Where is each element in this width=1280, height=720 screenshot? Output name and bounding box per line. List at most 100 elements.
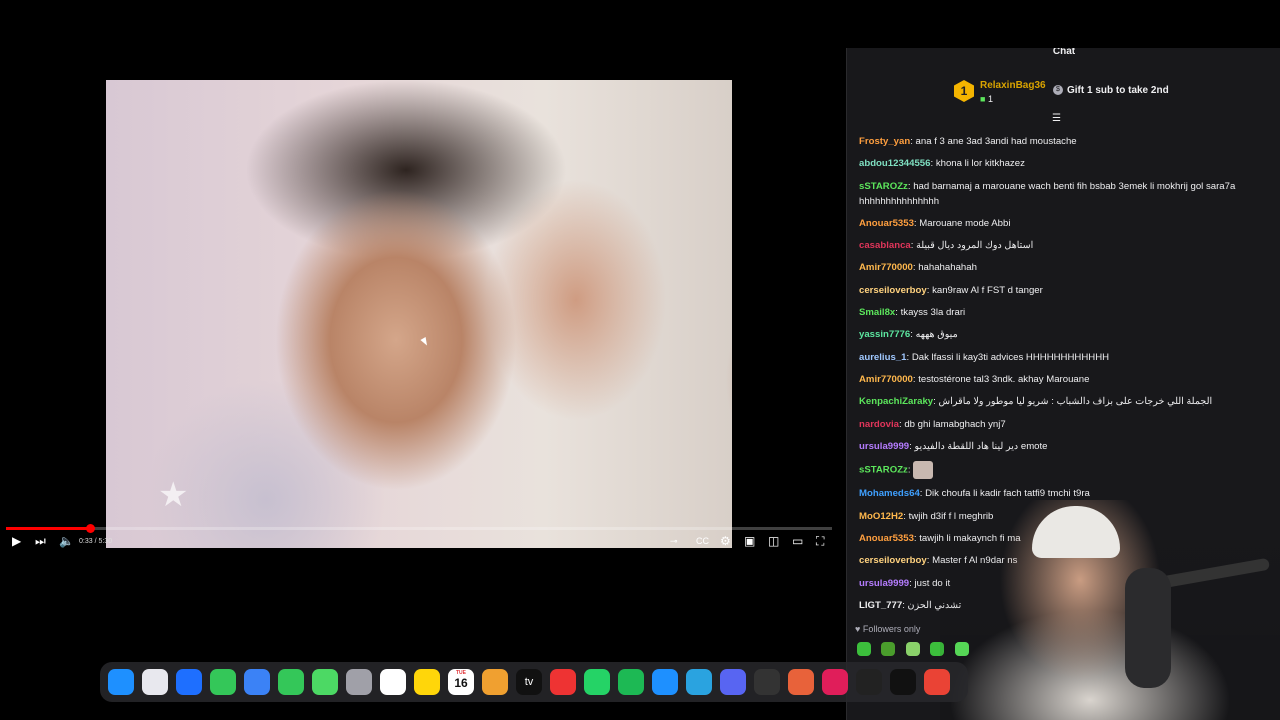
video-frame[interactable]: ★ (106, 80, 732, 548)
chat-message-text: دير لينا هاد اللقطة دالفيديو emote (914, 440, 1048, 452)
app-store-icon[interactable] (652, 669, 678, 695)
top-gifter-name[interactable]: RelaxinBag36 (980, 80, 1046, 91)
play-icon[interactable]: ▶ (12, 534, 21, 548)
gift-sub-icon: $ (1053, 85, 1063, 95)
gift-box-icon: ■ (980, 94, 986, 104)
streamer-cap (1032, 506, 1120, 558)
pip-icon[interactable]: ◫ (768, 534, 779, 548)
chat-username[interactable]: LIGT_777 (859, 600, 902, 611)
subtitles-icon[interactable]: CC (696, 534, 709, 548)
chat-username[interactable]: aurelius_1 (859, 352, 906, 363)
chat-message: Amir770000: hahahahahah (859, 260, 1269, 275)
terminal-icon[interactable] (856, 669, 882, 695)
spotify-icon[interactable] (618, 669, 644, 695)
chat-username[interactable]: Anouar5353 (859, 218, 914, 229)
chat-username[interactable]: Amir770000 (859, 262, 913, 273)
chat-username[interactable]: ursula9999 (859, 578, 909, 589)
app-icon[interactable] (550, 669, 576, 695)
fullscreen-icon[interactable]: ⛶ (816, 534, 824, 548)
microphone (1125, 568, 1171, 688)
chat-message: KenpachiZaraky: الجملة اللي خرجات على بز… (859, 394, 1269, 409)
chat-message: casablanca: استاهل دوك المرود ديال قبيلة (859, 238, 1269, 253)
chat-username[interactable]: casablanca (859, 240, 911, 251)
chat-username[interactable]: nardovia (859, 419, 899, 430)
chat-message: sSTAROZz: (859, 461, 1269, 480)
mail-icon[interactable] (244, 669, 270, 695)
theater-mode-icon[interactable]: ▭ (792, 534, 803, 548)
notes-icon[interactable] (414, 669, 440, 695)
gift-sub-button[interactable]: Gift 1 sub to take 2nd (1067, 85, 1169, 96)
chat-username[interactable]: cerseiloverboy (859, 285, 927, 296)
chat-username[interactable]: Mohameds64 (859, 488, 920, 499)
facetime-icon[interactable] (278, 669, 304, 695)
chat-username[interactable]: ursula9999 (859, 441, 909, 452)
chat-username[interactable]: abdou12344556 (859, 158, 930, 169)
chat-username[interactable]: Amir770000 (859, 374, 913, 385)
chat-username[interactable]: Frosty_yan (859, 136, 910, 147)
calendar-month: TUE (456, 670, 466, 676)
miniplayer-icon[interactable]: ▣ (744, 534, 755, 548)
chat-username[interactable]: cerseiloverboy (859, 555, 927, 566)
chat-username[interactable]: KenpachiZaraky (859, 396, 933, 407)
chat-message: sSTAROZz: had barnamaj a marouane wach b… (859, 179, 1269, 209)
chat-message-text: hahahahahah (918, 262, 977, 274)
launchpad-icon[interactable] (142, 669, 168, 695)
emote-icon[interactable] (857, 642, 871, 656)
finder-icon[interactable] (108, 669, 134, 695)
chat-username[interactable]: Anouar5353 (859, 533, 914, 544)
chat-message: nardovia: db ghi lamabghach ynj7 (859, 417, 1269, 432)
chat-message: yassin7776: ميوق هههه (859, 327, 1269, 342)
photos-icon[interactable] (482, 669, 508, 695)
slack-icon[interactable] (822, 669, 848, 695)
cat-emote-icon (913, 461, 934, 480)
time-display: 0:33 / 5:30 (79, 538, 113, 545)
reminders-icon[interactable] (380, 669, 406, 695)
messages-icon[interactable] (210, 669, 236, 695)
safari-icon[interactable] (176, 669, 202, 695)
calendar-icon[interactable]: TUE 16 (448, 669, 474, 695)
chat-message: abdou12344556: khona li lor kitkhazez (859, 156, 1269, 171)
followers-only-label: ♥ Followers only (855, 624, 920, 634)
app2-icon[interactable] (788, 669, 814, 695)
chat-username[interactable]: MoO12H2 (859, 511, 903, 522)
chat-message-text: khona li lor kitkhazez (935, 158, 1025, 170)
chat-message-text: db ghi lamabghach ynj7 (904, 418, 1006, 430)
star-logo-icon: ★ (158, 476, 189, 514)
maps-icon[interactable] (312, 669, 338, 695)
telegram-icon[interactable] (686, 669, 712, 695)
contacts-icon[interactable] (346, 669, 372, 695)
script-editor-icon[interactable] (754, 669, 780, 695)
chat-message: cerseiloverboy: kan9raw Al f FST d tange… (859, 283, 1269, 298)
top-gifter-banner[interactable]: 1 RelaxinBag36 ■ 1 $ Gift 1 sub to take … (847, 76, 1280, 112)
chat-message: aurelius_1: Dak lfassi li kay3ti advices… (859, 350, 1269, 365)
chat-message-text: tkayss 3la drari (900, 307, 966, 319)
chat-message-text: testostérone tal3 3ndk. akhay Marouane (918, 373, 1090, 385)
emote-icon[interactable] (881, 642, 896, 656)
chat-username[interactable]: sSTAROZz (859, 181, 908, 192)
chat-username[interactable]: yassin7776 (859, 329, 910, 340)
emote-icon[interactable] (905, 642, 920, 656)
gift-count: 1 (987, 94, 993, 104)
cursor-app-icon[interactable] (890, 669, 916, 695)
settings-gear-icon[interactable]: ⚙ (720, 534, 731, 548)
video-player[interactable]: ★ ▶ ⏭ 🔈 0:33 / 5:30 ⊸ CC ⚙ ▣ ◫ ▭ ⛶ (0, 0, 846, 560)
player-controls: ▶ ⏭ 🔈 0:33 / 5:30 ⊸ CC ⚙ ▣ ◫ ▭ ⛶ (0, 530, 846, 552)
chat-message-text: Dak lfassi li kay3ti advices HHHHHHHHHHH… (911, 351, 1110, 363)
discord-icon[interactable] (720, 669, 746, 695)
volume-icon[interactable]: 🔈 (59, 534, 74, 548)
autoplay-toggle[interactable]: ⊸ (670, 534, 678, 548)
chat-username[interactable]: sSTAROZz (859, 465, 908, 476)
chrome-icon[interactable] (924, 669, 950, 695)
chat-message-text: ميوق هههه (915, 329, 958, 341)
chat-message-text: ana f 3 ane 3ad 3andi had moustache (915, 136, 1077, 147)
rank-badge-icon: 1 (954, 80, 974, 102)
chat-message: Smail8x: tkayss 3la drari (859, 305, 1269, 320)
chat-username[interactable]: Smail8x (859, 307, 895, 318)
chat-message: Amir770000: testostérone tal3 3ndk. akha… (859, 372, 1269, 387)
whatsapp-icon[interactable] (584, 669, 610, 695)
apple-tv-icon[interactable]: tv (516, 669, 542, 695)
chat-filter-icon[interactable]: ☰ (1052, 114, 1064, 124)
chat-message-text: kan9raw Al f FST d tanger (932, 284, 1043, 296)
followers-only-text: Followers only (862, 624, 921, 634)
next-icon[interactable]: ⏭ (35, 534, 46, 548)
